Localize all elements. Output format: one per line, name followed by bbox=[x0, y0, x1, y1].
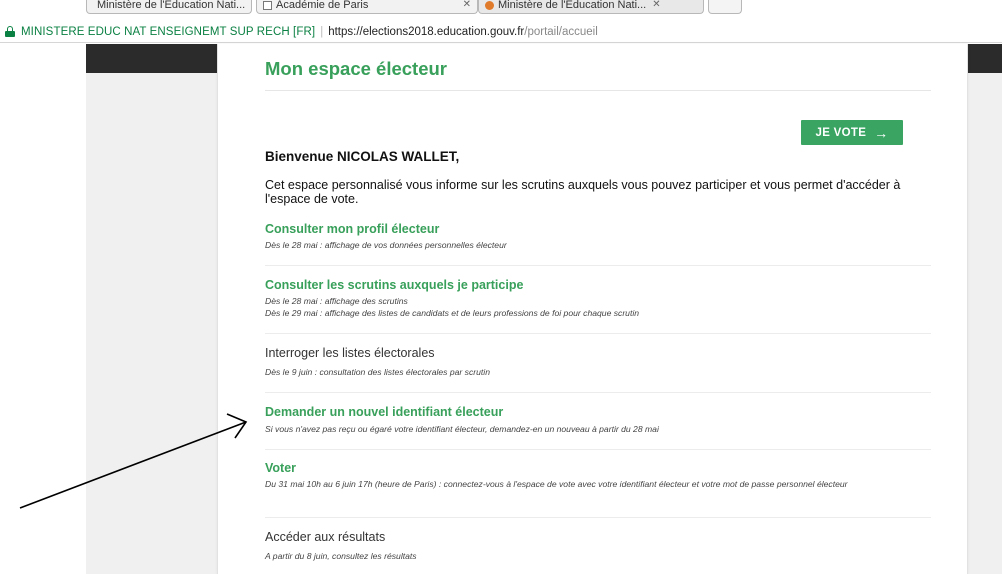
annotation-arrow-icon bbox=[19, 413, 248, 509]
browser-window: Ministère de l'Éducation Nati... ✕ Acadé… bbox=[0, 0, 1002, 574]
